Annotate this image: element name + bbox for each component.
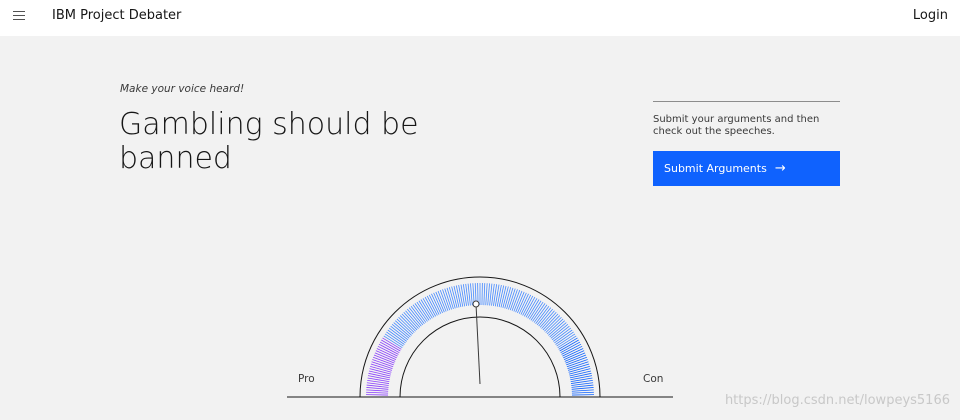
gauge-tick [366, 389, 389, 392]
gauge-tick [412, 304, 427, 323]
gauge-tick [386, 331, 405, 345]
gauge-tick [554, 329, 573, 344]
gauge-tick [414, 303, 428, 322]
gauge-tick [535, 305, 550, 324]
gauge-tick [416, 301, 430, 321]
gauge-tick [455, 285, 462, 308]
gauge-tick [496, 284, 502, 307]
gauge-tick [532, 303, 546, 322]
gauge-tick [368, 372, 391, 379]
gauge-tick [533, 304, 548, 323]
gauge-tick [556, 333, 576, 347]
gauge-tick [384, 333, 404, 347]
gauge-tick [367, 375, 390, 381]
stance-gauge [287, 276, 673, 398]
gauge-tick [553, 327, 572, 342]
watermark-text: https://blog.csdn.net/lowpeys5166 [724, 393, 950, 408]
gauge-tick [564, 352, 586, 362]
gauge-tick [571, 387, 594, 390]
gauge-tick [410, 305, 425, 324]
gauge-tick [498, 285, 505, 308]
con-label: Con [643, 373, 664, 385]
gauge-needle-pivot [472, 300, 480, 308]
gauge-inner-arc [399, 316, 561, 398]
gauge-tick [530, 301, 544, 321]
gauge-tick [517, 292, 527, 314]
gauge-tick [555, 331, 574, 345]
gauge-tick [374, 352, 396, 362]
gauge-tick [388, 327, 407, 342]
gauge-needle [475, 303, 481, 385]
gauge-tick [366, 387, 389, 390]
gauge-tick [487, 283, 490, 306]
gauge-tick [571, 389, 594, 392]
gauge-tick [470, 283, 473, 306]
pro-label: Pro [298, 373, 315, 385]
gauge-tick [563, 350, 585, 360]
gauge-tick [570, 375, 593, 381]
gauge-tick [569, 372, 592, 379]
gauge-tick [515, 291, 525, 313]
gauge-tick [433, 292, 443, 314]
gauge-tick [435, 291, 445, 313]
gauge-tick [387, 329, 406, 344]
gauge-tick [485, 283, 488, 306]
gauge-tick [375, 350, 397, 360]
gauge-tick [458, 284, 464, 307]
gauge-tick [483, 283, 486, 306]
gauge-tick [366, 391, 389, 394]
gauge-tick [571, 391, 594, 394]
